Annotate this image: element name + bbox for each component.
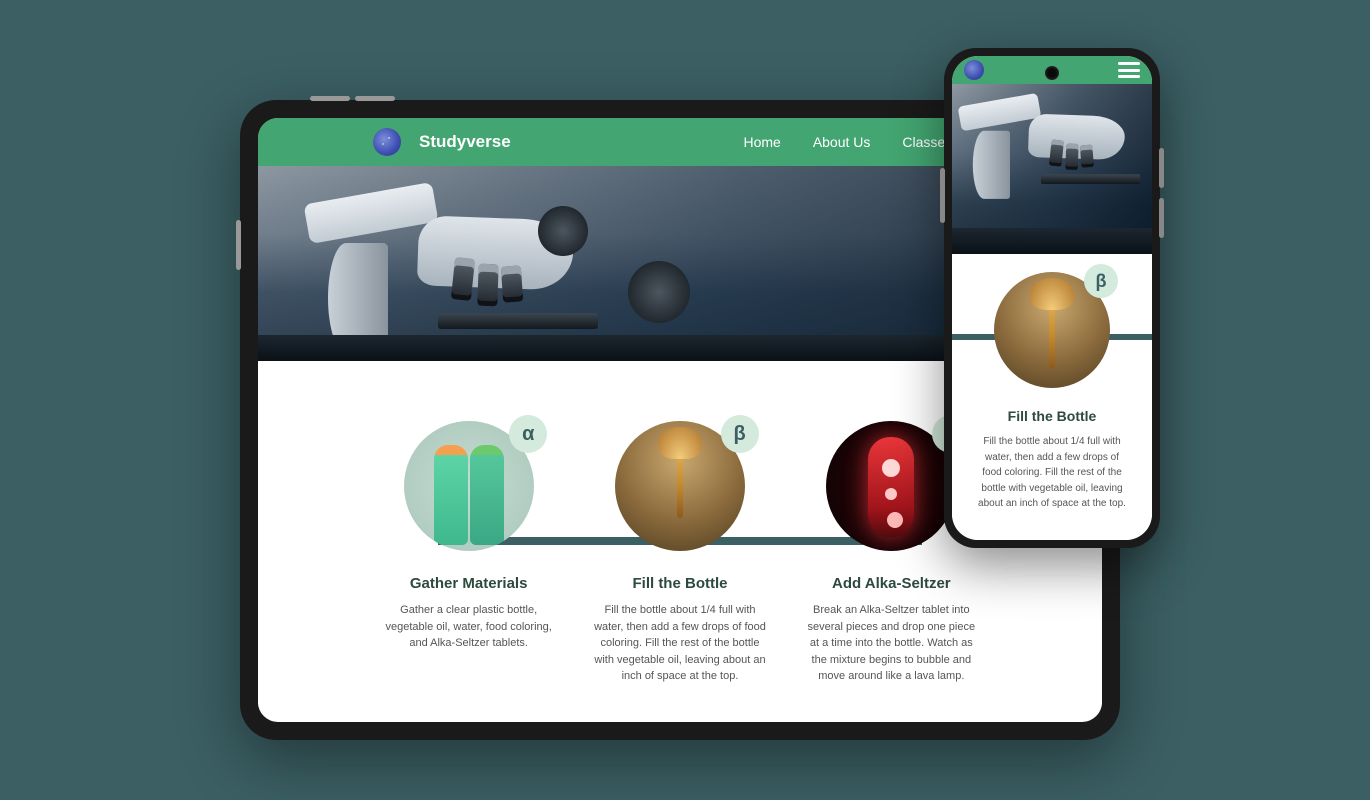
brand-name: Studyverse [419, 132, 725, 152]
tablet-button [355, 96, 395, 101]
microscope-illustration [952, 84, 1140, 208]
logo-icon[interactable] [373, 128, 401, 156]
knob-shape [538, 206, 588, 256]
step-badge: β [1084, 264, 1118, 298]
tablet-button [310, 96, 350, 101]
step-badge: α [509, 415, 547, 453]
step-desc: Gather a clear plastic bottle, vegetable… [378, 602, 559, 652]
nav-about[interactable]: About Us [813, 134, 871, 150]
step-2: β Fill the Bottle Fill the bottle about … [589, 421, 770, 685]
bench-shape [952, 228, 1152, 254]
step-1: α Gather Materials Gather a clear plasti… [378, 421, 559, 685]
mobile-step-section: β Fill the Bottle Fill the bottle about … [952, 254, 1152, 540]
step-desc: Break an Alka-Seltzer tablet into severa… [801, 602, 982, 685]
microscope-illustration [288, 166, 598, 361]
step-desc: Fill the bottle about 1/4 full with wate… [589, 602, 770, 685]
step-title: Gather Materials [378, 575, 559, 592]
step-title: Fill the Bottle [589, 575, 770, 592]
step-desc: Fill the bottle about 1/4 full with wate… [970, 434, 1134, 512]
phone-button [1159, 198, 1164, 238]
phone-button [940, 168, 945, 223]
step-badge: β [721, 415, 759, 453]
hero-image [952, 84, 1152, 254]
nav-home[interactable]: Home [743, 134, 780, 150]
phone-button [1159, 148, 1164, 188]
phone-screen: β Fill the Bottle Fill the bottle about … [952, 56, 1152, 540]
step-title: Add Alka-Seltzer [801, 575, 982, 592]
step-title: Fill the Bottle [970, 408, 1134, 424]
logo-icon[interactable] [964, 60, 984, 80]
phone-device-frame: β Fill the Bottle Fill the bottle about … [944, 48, 1160, 548]
knob-shape [628, 261, 690, 323]
tablet-button [236, 220, 241, 270]
camera-hole-icon [1045, 66, 1059, 80]
hamburger-menu-icon[interactable] [1118, 62, 1140, 78]
